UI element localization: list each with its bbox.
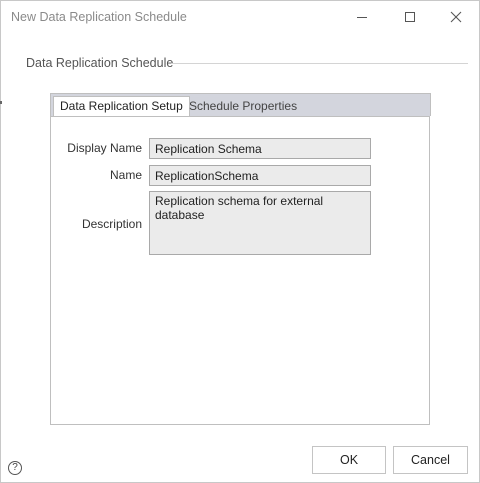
display-name-label: Display Name	[67, 141, 142, 155]
name-field[interactable]	[149, 165, 371, 186]
tab-strip: Data Replication Setup Schedule Properti…	[50, 93, 431, 118]
section-divider	[171, 63, 468, 64]
close-button[interactable]	[433, 3, 479, 31]
ok-button[interactable]: OK	[312, 446, 386, 474]
edge-marker	[0, 101, 2, 104]
description-label: Description	[81, 217, 142, 231]
section-header: Data Replication Schedule	[26, 56, 174, 70]
help-icon[interactable]: ?	[8, 461, 22, 475]
maximize-button[interactable]	[387, 3, 433, 31]
display-name-field[interactable]	[149, 138, 371, 159]
maximize-icon	[405, 12, 415, 22]
name-label: Name	[109, 168, 142, 182]
minimize-icon	[357, 17, 367, 18]
close-icon	[450, 11, 462, 23]
window-title: New Data Replication Schedule	[11, 10, 187, 24]
tab-panel	[50, 116, 430, 425]
minimize-button[interactable]	[339, 3, 385, 31]
tab-data-replication-setup[interactable]: Data Replication Setup	[53, 96, 190, 118]
description-field[interactable]: Replication schema for external database	[149, 191, 371, 255]
title-bar[interactable]: New Data Replication Schedule	[1, 1, 479, 33]
tab-schedule-properties[interactable]: Schedule Properties	[183, 95, 303, 118]
cancel-button[interactable]: Cancel	[393, 446, 468, 474]
dialog-window: New Data Replication Schedule Data Repli…	[0, 0, 480, 483]
